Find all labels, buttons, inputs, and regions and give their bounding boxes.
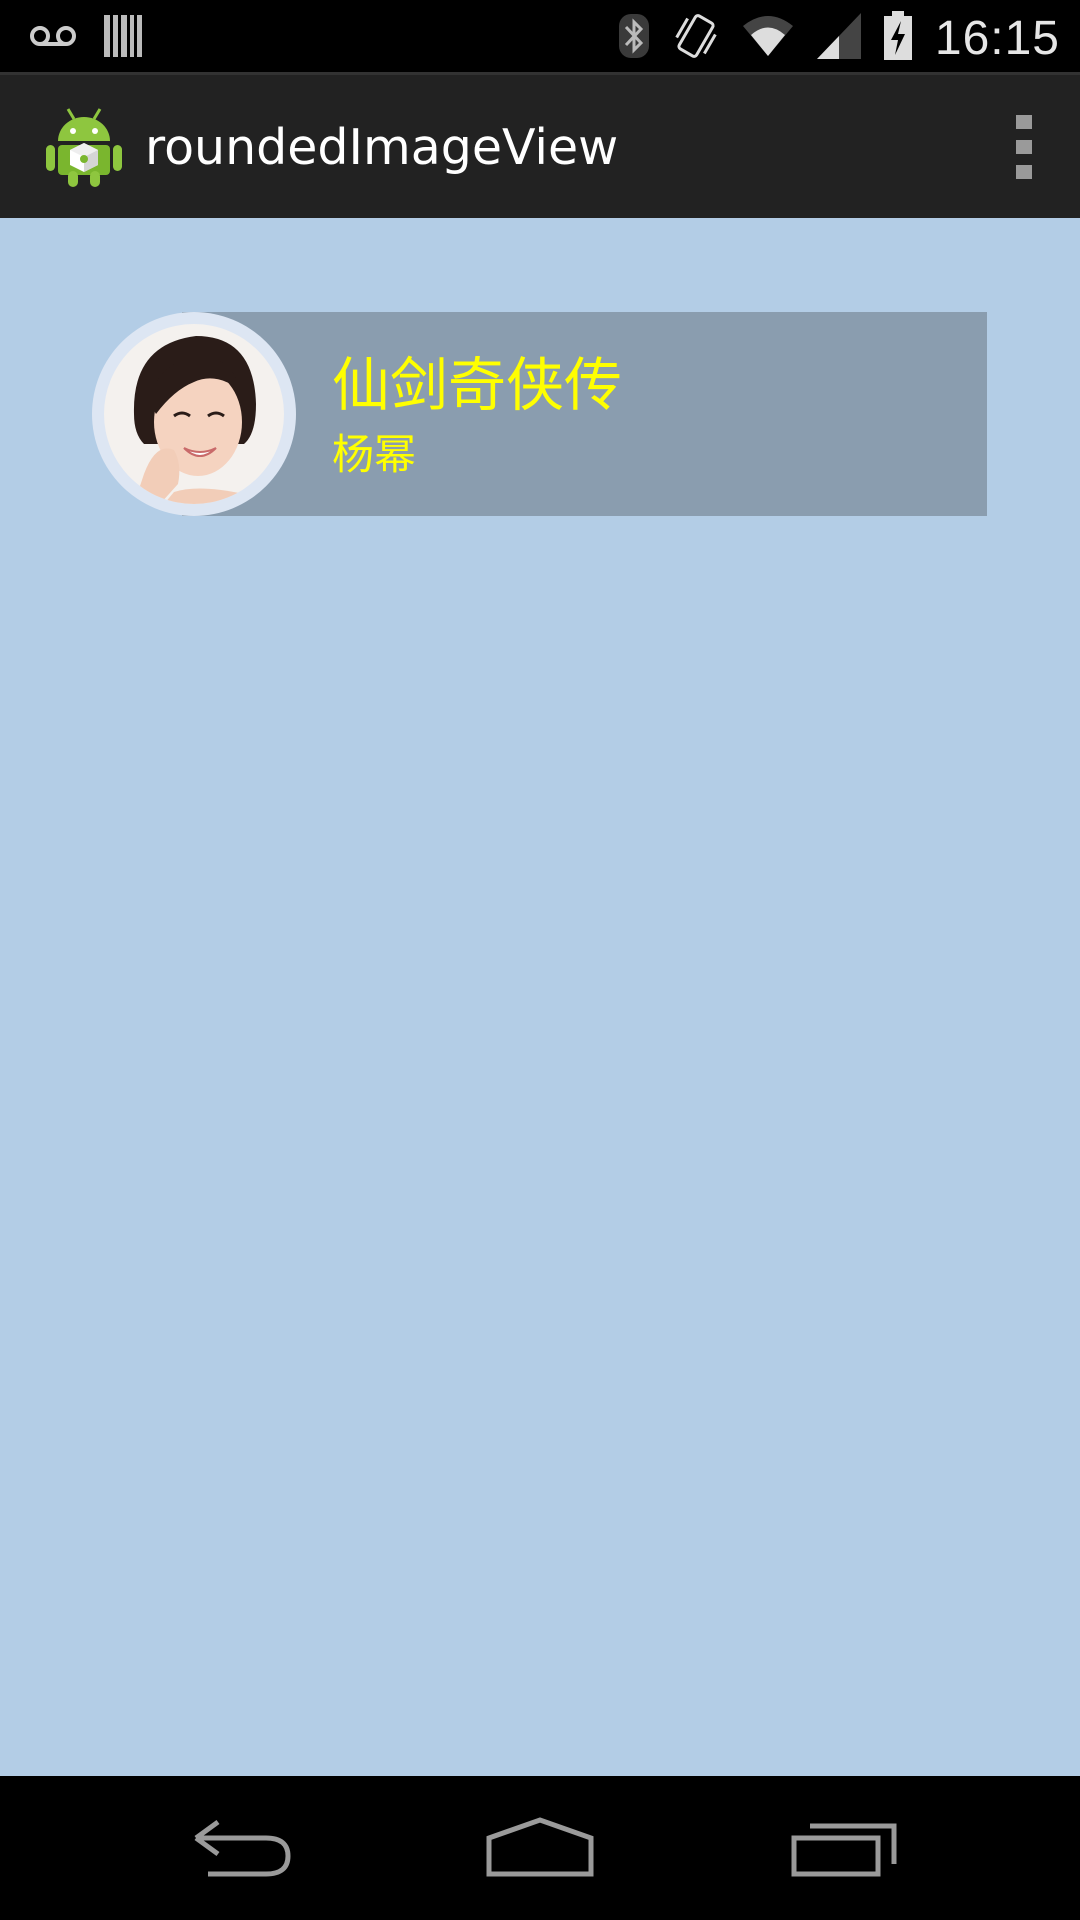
barcode-icon — [104, 13, 142, 64]
portrait-photo — [104, 324, 284, 504]
home-icon[interactable] — [485, 1816, 595, 1886]
bluetooth-icon — [617, 12, 651, 65]
app-title: roundedImageView — [145, 119, 619, 176]
vibrate-icon — [673, 11, 719, 66]
action-bar: roundedImageView — [0, 75, 1080, 218]
wifi-icon — [741, 14, 795, 63]
list-item[interactable]: 仙剑奇侠传 杨幂 — [92, 312, 987, 516]
back-icon[interactable] — [188, 1816, 298, 1886]
avatar — [92, 312, 296, 516]
navigation-bar — [0, 1776, 1080, 1920]
recents-icon[interactable] — [790, 1816, 900, 1886]
status-bar: 16:15 — [0, 0, 1080, 75]
clock: 16:15 — [934, 11, 1060, 65]
signal-icon — [816, 12, 861, 64]
card-title: 仙剑奇侠传 — [332, 351, 623, 419]
battery-charging-icon — [883, 10, 913, 66]
android-robot-icon[interactable] — [44, 103, 124, 189]
voicemail-icon — [28, 21, 78, 56]
card-subtitle: 杨幂 — [332, 430, 417, 479]
main-content: 仙剑奇侠传 杨幂 — [0, 218, 1080, 1776]
overflow-menu-icon[interactable] — [1012, 115, 1036, 179]
